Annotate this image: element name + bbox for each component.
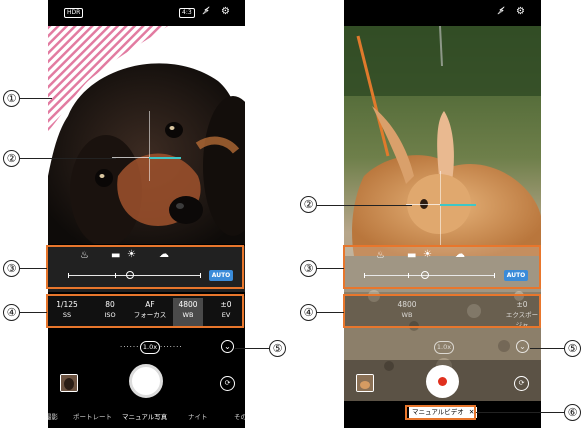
callout-4-line — [20, 312, 47, 313]
callout-5: ⑤ — [564, 340, 581, 357]
gallery-thumbnail[interactable] — [60, 374, 78, 392]
callout-2-line — [317, 205, 412, 206]
chevron-down-icon[interactable]: ⌄ — [221, 340, 234, 353]
viewfinder[interactable] — [48, 26, 245, 244]
switch-camera-icon[interactable]: ⟳ — [514, 376, 529, 391]
callout-6: ⑥ — [564, 404, 581, 421]
switch-camera-icon[interactable]: ⟳ — [220, 376, 235, 391]
callout-4: ④ — [3, 304, 20, 321]
mode-more[interactable]: その — [234, 411, 245, 421]
callout-1-line — [20, 98, 52, 99]
focus-crosshair-vertical — [149, 111, 150, 181]
zoom-button[interactable]: 1.0x — [140, 341, 160, 354]
gallery-thumbnail[interactable] — [356, 374, 374, 392]
callout-6-line — [476, 412, 564, 413]
highlight-params-right — [343, 294, 541, 328]
record-button[interactable] — [426, 365, 459, 398]
level-line-right — [440, 204, 476, 206]
dog-photo — [48, 26, 245, 244]
level-line-right — [149, 157, 181, 159]
highlight-wb-panel-right — [343, 245, 541, 289]
right-phone-screen: ⚡̸ ⚙ ♨ ▬ ☀ ☁ AUTO 4800 WB ±0 エクスポージャ 1.0… — [344, 0, 541, 428]
callout-4: ④ — [300, 304, 317, 321]
zoom-dots-right: ······· — [160, 343, 183, 351]
flash-off-icon[interactable]: ⚡̸ — [203, 7, 210, 17]
flash-off-icon[interactable]: ⚡̸ — [498, 7, 505, 17]
left-phone-screen: HDR 4:3 ⚡̸ ⚙ ♨ ▬ ☀ ☁ AUTO 1/125 SS 80 IS… — [48, 0, 245, 428]
callout-4-line — [317, 312, 344, 313]
focus-crosshair-vertical — [440, 171, 441, 246]
callout-2-line — [20, 158, 116, 159]
callout-3-line — [317, 268, 344, 269]
callout-3: ③ — [3, 260, 20, 277]
highlight-mode-chip — [405, 405, 476, 420]
callout-1: ① — [3, 90, 20, 107]
status-bar: ⚡̸ ⚙ — [344, 0, 541, 26]
hdr-badge[interactable]: HDR — [64, 8, 84, 18]
gear-icon[interactable]: ⚙ — [221, 7, 230, 17]
status-bar: HDR 4:3 ⚡̸ ⚙ — [48, 0, 245, 26]
callout-2: ② — [3, 150, 20, 167]
zoom-button[interactable]: 1.0x — [434, 341, 454, 354]
callout-3: ③ — [300, 260, 317, 277]
chevron-down-icon[interactable]: ⌄ — [516, 340, 529, 353]
callout-3-line — [20, 268, 47, 269]
callout-5: ⑤ — [269, 340, 286, 357]
mode-manual-photo[interactable]: マニュアル写真 — [122, 411, 167, 421]
callout-5-line — [235, 348, 269, 349]
mode-night[interactable]: ナイト — [188, 411, 208, 421]
gear-icon[interactable]: ⚙ — [516, 7, 525, 17]
aspect-ratio-badge[interactable]: 4:3 — [179, 8, 195, 18]
level-line-left — [112, 157, 149, 158]
callout-2: ② — [300, 196, 317, 213]
record-dot — [438, 377, 447, 386]
highlight-wb-panel-left — [46, 245, 244, 289]
shutter-button[interactable] — [129, 364, 163, 398]
mode-photo[interactable]: 撮影 — [48, 411, 58, 421]
callout-5-line — [530, 348, 564, 349]
highlight-params-left — [46, 294, 244, 328]
mode-portrait[interactable]: ポートレート — [73, 411, 112, 421]
